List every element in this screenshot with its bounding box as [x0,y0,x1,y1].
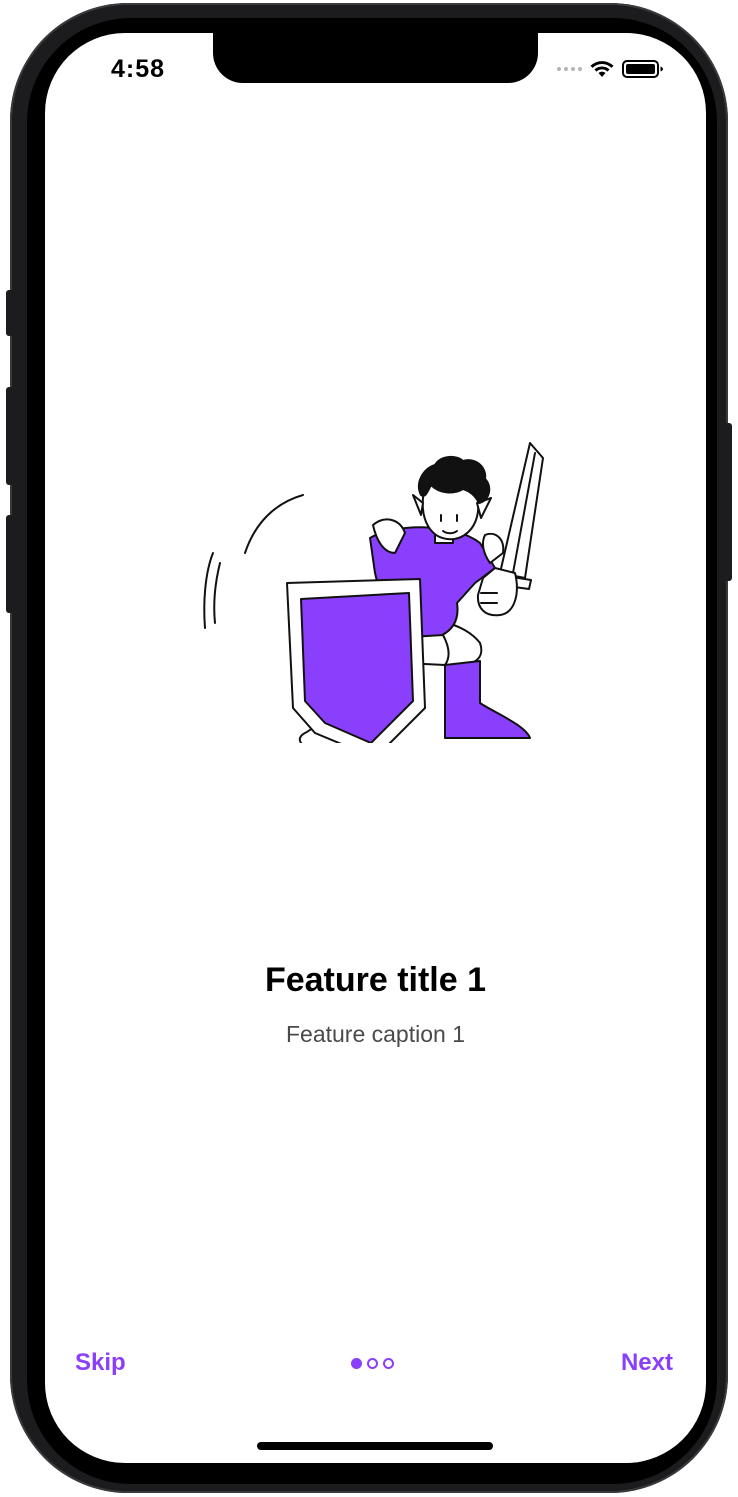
skip-button[interactable]: Skip [75,1349,126,1377]
knight-illustration [203,442,544,743]
cellular-signal-icon [557,67,582,71]
next-button[interactable]: Next [621,1349,673,1377]
volume-up-button [6,387,14,485]
notch [213,33,538,83]
page-indicator[interactable] [351,1358,394,1369]
feature-caption: Feature caption 1 [285,1021,465,1047]
wifi-icon [590,61,614,77]
power-button [724,423,732,581]
page-dot-active[interactable] [351,1358,362,1369]
home-indicator[interactable] [257,1442,493,1450]
onboarding-screen: 4:58 Feature title 1 Feature caption 1 S… [45,33,706,1463]
page-dot[interactable] [383,1358,394,1369]
volume-down-button [6,515,14,613]
status-icons [557,59,664,79]
status-time: 4:58 [111,55,166,83]
battery-icon [622,60,663,78]
page-dot[interactable] [367,1358,378,1369]
feature-title: Feature title 1 [264,961,487,999]
silent-switch [6,290,14,336]
